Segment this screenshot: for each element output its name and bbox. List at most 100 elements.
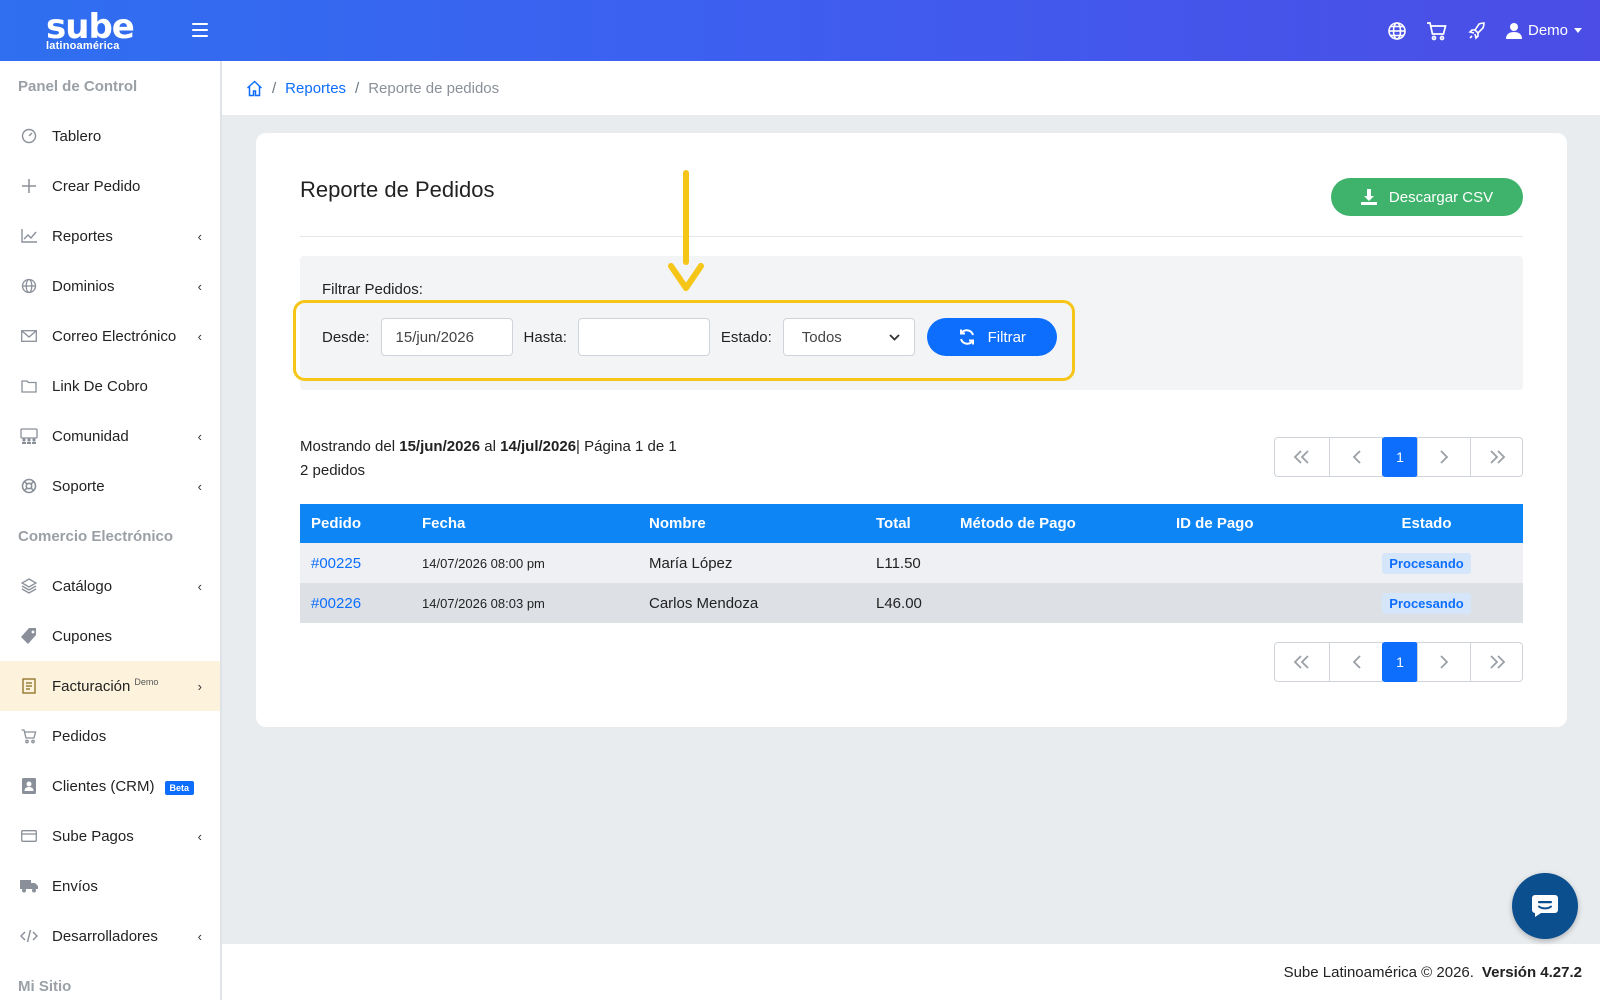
filter-button[interactable]: Filtrar xyxy=(926,318,1057,356)
sidebar-item-envios[interactable]: Envíos xyxy=(0,861,220,911)
double-chevron-right-icon xyxy=(1489,450,1505,464)
home-icon[interactable] xyxy=(246,79,263,97)
chat-icon xyxy=(1532,895,1558,917)
menu-toggle-icon[interactable] xyxy=(192,23,208,37)
breadcrumb-reportes-link[interactable]: Reportes xyxy=(285,80,346,97)
card-icon xyxy=(20,827,38,845)
table-row[interactable]: #00225 14/07/2026 08:00 pm María López L… xyxy=(300,543,1523,583)
summary-from-date: 15/jun/2026 xyxy=(399,438,481,455)
breadcrumb: / Reportes / Reporte de pedidos xyxy=(222,61,1600,115)
demo-tag: Demo xyxy=(134,677,159,687)
sidebar-item-catalogo[interactable]: Catálogo ‹ xyxy=(0,561,220,611)
status-badge: Procesando xyxy=(1382,592,1471,614)
order-total: L11.50 xyxy=(876,554,921,572)
sidebar-section-title: Panel de Control xyxy=(18,78,138,95)
rocket-icon[interactable] xyxy=(1466,20,1488,42)
filter-panel: Filtrar Pedidos: Desde: 15/jun/2026 Hast… xyxy=(300,256,1523,390)
folder-icon xyxy=(20,377,38,395)
status-select[interactable]: Todos xyxy=(782,318,915,356)
page-number-button[interactable]: 1 xyxy=(1382,437,1418,477)
sidebar-item-dominios[interactable]: Dominios ‹ xyxy=(0,261,220,311)
gauge-icon xyxy=(20,127,38,145)
range-text: Mostrando del 15/jun/2026 al 14/jul/2026… xyxy=(300,435,677,459)
payment-id xyxy=(1165,583,1330,623)
sidebar-item-comunidad[interactable]: Comunidad ‹ xyxy=(0,411,220,461)
sidebar-item-cupones[interactable]: Cupones xyxy=(0,611,220,661)
double-chevron-left-icon xyxy=(1293,450,1309,464)
truck-icon xyxy=(20,877,38,895)
chat-button[interactable] xyxy=(1512,873,1578,939)
column-header[interactable]: ID de Pago xyxy=(1165,504,1330,543)
customer-name: Carlos Mendoza xyxy=(649,594,759,612)
sidebar-item-facturacion[interactable]: Facturación Demo › xyxy=(0,661,220,711)
column-header[interactable]: Fecha xyxy=(411,504,638,543)
chevron-right-icon: › xyxy=(197,678,202,694)
sidebar: Panel de Control Tablero Crear Pedido Re… xyxy=(0,61,222,1000)
globe-icon[interactable] xyxy=(1386,20,1408,42)
filter-title: Filtrar Pedidos: xyxy=(322,281,423,298)
column-header[interactable]: Total xyxy=(865,504,949,543)
lifebuoy-icon xyxy=(20,477,38,495)
order-total: L46.00 xyxy=(876,594,922,612)
sidebar-section-title: Mi Sitio xyxy=(18,978,72,995)
sidebar-item-crear-pedido[interactable]: Crear Pedido xyxy=(0,161,220,211)
footer-copyright: Sube Latinoamérica © 2026. xyxy=(1283,963,1474,981)
table-row[interactable]: #00226 14/07/2026 08:03 pm Carlos Mendoz… xyxy=(300,583,1523,623)
date-to-input[interactable] xyxy=(577,318,710,356)
order-date: 14/07/2026 08:03 pm xyxy=(422,595,545,611)
contact-icon xyxy=(20,777,38,795)
status-label: Estado: xyxy=(720,328,772,346)
annotation-arrow-shaft xyxy=(683,170,689,265)
footer: Sube Latinoamérica © 2026. Versión 4.27.… xyxy=(222,944,1600,1000)
page-title: Reporte de Pedidos xyxy=(300,177,495,202)
sidebar-item-correo[interactable]: Correo Electrónico ‹ xyxy=(0,311,220,361)
column-header[interactable]: Estado xyxy=(1330,504,1523,543)
order-link[interactable]: #00226 xyxy=(311,595,361,612)
last-page-button[interactable] xyxy=(1470,437,1523,477)
pagination-bottom: 1 xyxy=(1274,642,1523,682)
brand-logo[interactable]: sube latinoamérica xyxy=(46,10,135,52)
next-page-button[interactable] xyxy=(1417,642,1471,682)
sidebar-item-desarrolladores[interactable]: Desarrolladores ‹ xyxy=(0,911,220,961)
download-csv-label: Descargar CSV xyxy=(1388,188,1494,206)
sidebar-item-reportes[interactable]: Reportes ‹ xyxy=(0,211,220,261)
column-header[interactable]: Pedido xyxy=(300,504,411,543)
download-csv-button[interactable]: Descargar CSV xyxy=(1331,178,1523,216)
prev-page-button[interactable] xyxy=(1329,437,1383,477)
download-icon xyxy=(1360,189,1377,205)
cart-icon xyxy=(20,727,38,745)
summary-count: 2 pedidos xyxy=(300,462,366,479)
sidebar-item-label: Pedidos xyxy=(52,727,107,745)
user-menu[interactable]: Demo xyxy=(1505,22,1582,39)
order-link[interactable]: #00225 xyxy=(311,555,361,572)
top-right-menu: Demo xyxy=(1386,20,1600,42)
date-from-input[interactable]: 15/jun/2026 xyxy=(380,318,513,356)
sidebar-item-label: Correo Electrónico xyxy=(52,327,177,345)
next-page-button[interactable] xyxy=(1417,437,1471,477)
first-page-button[interactable] xyxy=(1274,437,1330,477)
chevron-left-icon xyxy=(1352,450,1361,464)
caret-down-icon xyxy=(1574,28,1582,33)
last-page-button[interactable] xyxy=(1470,642,1523,682)
sidebar-item-label: Crear Pedido xyxy=(52,177,141,195)
sidebar-item-label: Desarrolladores xyxy=(52,927,158,945)
cart-icon[interactable] xyxy=(1426,20,1448,42)
sidebar-item-soporte[interactable]: Soporte ‹ xyxy=(0,461,220,511)
chevron-right-icon xyxy=(1439,655,1448,669)
column-header[interactable]: Nombre xyxy=(638,504,865,543)
from-label: Desde: xyxy=(322,328,370,346)
sidebar-item-tablero[interactable]: Tablero xyxy=(0,111,220,161)
sidebar-section-title: Comercio Electrónico xyxy=(18,528,174,545)
prev-page-button[interactable] xyxy=(1329,642,1383,682)
sidebar-item-link-de-cobro[interactable]: Link De Cobro xyxy=(0,361,220,411)
page-number-button[interactable]: 1 xyxy=(1382,642,1418,682)
breadcrumb-separator: / xyxy=(355,79,360,97)
first-page-button[interactable] xyxy=(1274,642,1330,682)
column-header[interactable]: Método de Pago xyxy=(949,504,1165,543)
sidebar-item-sube-pagos[interactable]: Sube Pagos ‹ xyxy=(0,811,220,861)
order-date: 14/07/2026 08:00 pm xyxy=(422,555,545,571)
results-summary: Mostrando del 15/jun/2026 al 14/jul/2026… xyxy=(300,435,677,483)
sidebar-item-pedidos[interactable]: Pedidos xyxy=(0,711,220,761)
sidebar-item-clientes-crm[interactable]: Clientes (CRM) Beta xyxy=(0,761,220,811)
sidebar-item-label: Reportes xyxy=(52,227,113,245)
